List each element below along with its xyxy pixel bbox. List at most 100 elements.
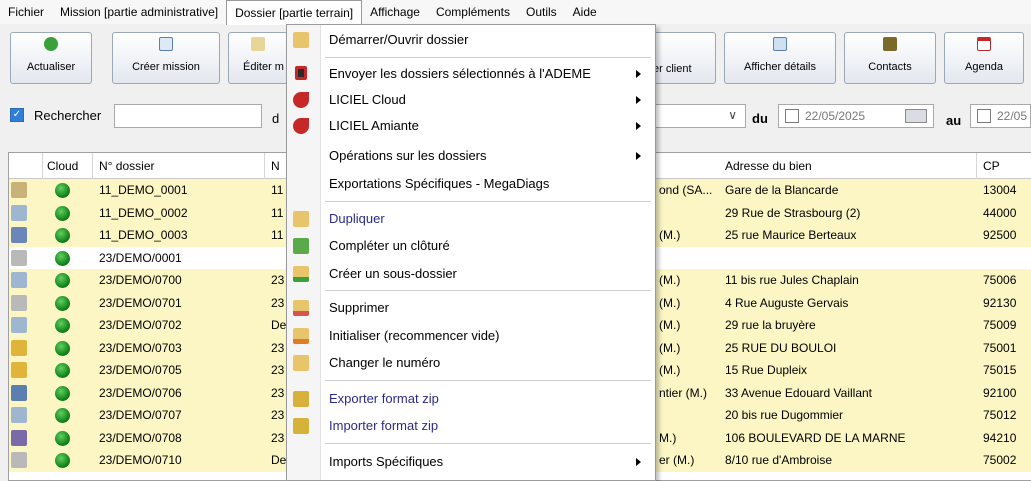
cell-cp: 75002 xyxy=(983,453,1017,467)
cell-cp: 92500 xyxy=(983,228,1017,242)
menu-fichier[interactable]: Fichier xyxy=(0,0,52,24)
afficher-details-button[interactable]: Afficher détails xyxy=(724,32,836,84)
cell-adresse: 4 Rue Auguste Gervais xyxy=(725,295,849,310)
cell-dossier: 23/DEMO/0708 xyxy=(99,430,182,445)
header-dossier[interactable]: N° dossier xyxy=(93,153,265,179)
cell-dossier: 23/DEMO/0710 xyxy=(99,453,182,467)
menu-item-changer-numero[interactable]: Changer le numéro xyxy=(287,350,655,376)
cell-dossier: 23/DEMO/0705 xyxy=(99,363,182,377)
menu-mission[interactable]: Mission [partie administrative] xyxy=(52,0,226,24)
date-from-input[interactable]: 22/05/2025 xyxy=(778,104,934,128)
menu-item-envoyer-ademe[interactable]: Envoyer les dossiers sélectionnés à l'AD… xyxy=(287,61,655,87)
search-d-label: d xyxy=(272,111,280,126)
menu-complements[interactable]: Compléments xyxy=(428,0,518,24)
header-cloud[interactable]: Cloud xyxy=(43,153,93,179)
menu-item-initialiser[interactable]: Initialiser (recommencer vide) xyxy=(287,323,655,349)
au-label: au xyxy=(946,113,962,128)
menu-bar: Fichier Mission [partie administrative] … xyxy=(0,0,1031,25)
cell-client: (M.) xyxy=(659,273,681,287)
menu-item-liciel-cloud[interactable]: LICIEL Cloud xyxy=(287,87,655,113)
cloud-status-icon xyxy=(55,295,70,311)
contacts-button[interactable]: Contacts xyxy=(844,32,936,84)
cell-adresse: 15 Rue Dupleix xyxy=(725,363,808,377)
cell-client: ntier (M.) xyxy=(659,385,707,400)
cell-adresse xyxy=(719,247,977,269)
menu-item-operations[interactable]: Opérations sur les dossiers xyxy=(287,143,655,169)
menu-separator xyxy=(325,443,651,444)
menu-item-supprimer[interactable]: Supprimer xyxy=(287,295,655,321)
cell-adresse: 25 RUE DU BOULOI xyxy=(725,340,837,355)
agenda-button[interactable]: Agenda xyxy=(944,32,1024,84)
menu-item-creer-sous-dossier[interactable]: Créer un sous-dossier xyxy=(287,261,655,287)
cell-client: (M.) xyxy=(659,228,681,242)
calendar-dropdown-icon[interactable] xyxy=(905,109,927,123)
menu-aide[interactable]: Aide xyxy=(565,0,605,24)
cloud-status-icon xyxy=(55,453,70,468)
dossier-dropdown-menu: Démarrer/Ouvrir dossier Envoyer les doss… xyxy=(286,24,656,481)
cell-cp: 92100 xyxy=(983,385,1017,400)
menu-dossier[interactable]: Dossier [partie terrain] xyxy=(226,0,363,25)
cell-dossier: 23/DEMO/0700 xyxy=(99,273,182,287)
arrow-right-icon xyxy=(293,238,309,254)
creer-mission-button[interactable]: Créer mission xyxy=(112,32,220,84)
submenu-arrow-icon xyxy=(636,458,641,466)
cell-cp: 75012 xyxy=(983,408,1017,422)
date-from-checkbox[interactable] xyxy=(785,109,799,123)
address-book-icon xyxy=(883,37,897,51)
cloud-status-icon xyxy=(55,205,70,221)
delete-folder-icon xyxy=(293,300,309,316)
cloud-status-icon xyxy=(55,273,70,288)
status-icon xyxy=(11,362,27,378)
search-type-select[interactable]: ∨ xyxy=(652,104,746,128)
folder-open-icon xyxy=(293,32,309,48)
search-label: Rechercher xyxy=(34,108,102,123)
refresh-icon xyxy=(44,37,58,51)
menu-item-importer-zip[interactable]: Importer format zip xyxy=(287,413,655,439)
date-to-input[interactable]: 22/05 xyxy=(970,104,1031,128)
menu-item-exportations-megadiags[interactable]: Exportations Spécifiques - MegaDiags xyxy=(287,171,655,197)
menu-item-liciel-amiante[interactable]: LICIEL Amiante xyxy=(287,113,655,139)
cell-adresse: 29 rue la bruyère xyxy=(725,318,816,332)
menu-item-demarrer[interactable]: Démarrer/Ouvrir dossier xyxy=(287,27,655,53)
menu-item-dupliquer[interactable]: Dupliquer xyxy=(287,206,655,232)
status-icon xyxy=(11,294,27,311)
cell-cp: 75009 xyxy=(983,318,1017,332)
menu-affichage[interactable]: Affichage xyxy=(362,0,428,24)
editer-mission-button[interactable]: Éditer m xyxy=(228,32,288,84)
cell-dossier: 23/DEMO/0706 xyxy=(99,385,182,400)
reset-folder-icon xyxy=(293,328,309,344)
status-icon xyxy=(11,452,27,468)
menu-outils[interactable]: Outils xyxy=(518,0,565,24)
liciel-logo-icon xyxy=(293,92,309,108)
cell-cp: 75001 xyxy=(983,340,1017,355)
cell-client xyxy=(653,404,719,426)
cell-client xyxy=(653,202,719,224)
menu-item-imports-specifiques[interactable]: Imports Spécifiques xyxy=(287,449,655,475)
cell-dossier: 11_DEMO_0002 xyxy=(99,205,188,220)
cell-client: (M.) xyxy=(659,295,681,310)
menu-separator xyxy=(325,290,651,291)
new-document-icon xyxy=(159,37,173,51)
cell-adresse: Gare de la Blancarde xyxy=(725,183,839,197)
cell-dossier: 11_DEMO_0001 xyxy=(99,183,188,197)
search-input[interactable] xyxy=(114,104,262,128)
header-status[interactable] xyxy=(9,153,43,179)
menu-item-completer-cloture[interactable]: Compléter un clôturé xyxy=(287,233,655,259)
status-icon xyxy=(11,429,27,446)
status-icon xyxy=(11,204,27,221)
new-folder-icon xyxy=(293,266,309,282)
date-to-checkbox[interactable] xyxy=(977,109,991,123)
cell-dossier: 23/DEMO/0703 xyxy=(99,340,182,355)
cloud-status-icon xyxy=(55,228,70,243)
status-icon xyxy=(11,249,27,266)
cell-adresse: 33 Avenue Edouard Vaillant xyxy=(725,385,873,400)
menu-item-exporter-zip[interactable]: Exporter format zip xyxy=(287,386,655,412)
zip-archive-icon xyxy=(293,418,309,434)
cell-adresse: 8/10 rue d'Ambroise xyxy=(725,453,833,467)
header-cp[interactable]: CP xyxy=(977,153,1031,179)
search-checkbox[interactable]: ✓ xyxy=(10,108,24,122)
header-adresse[interactable]: Adresse du bien xyxy=(719,153,977,179)
zip-archive-icon xyxy=(293,391,309,407)
liciel-logo-icon xyxy=(293,118,309,134)
actualiser-button[interactable]: Actualiser xyxy=(10,32,92,84)
